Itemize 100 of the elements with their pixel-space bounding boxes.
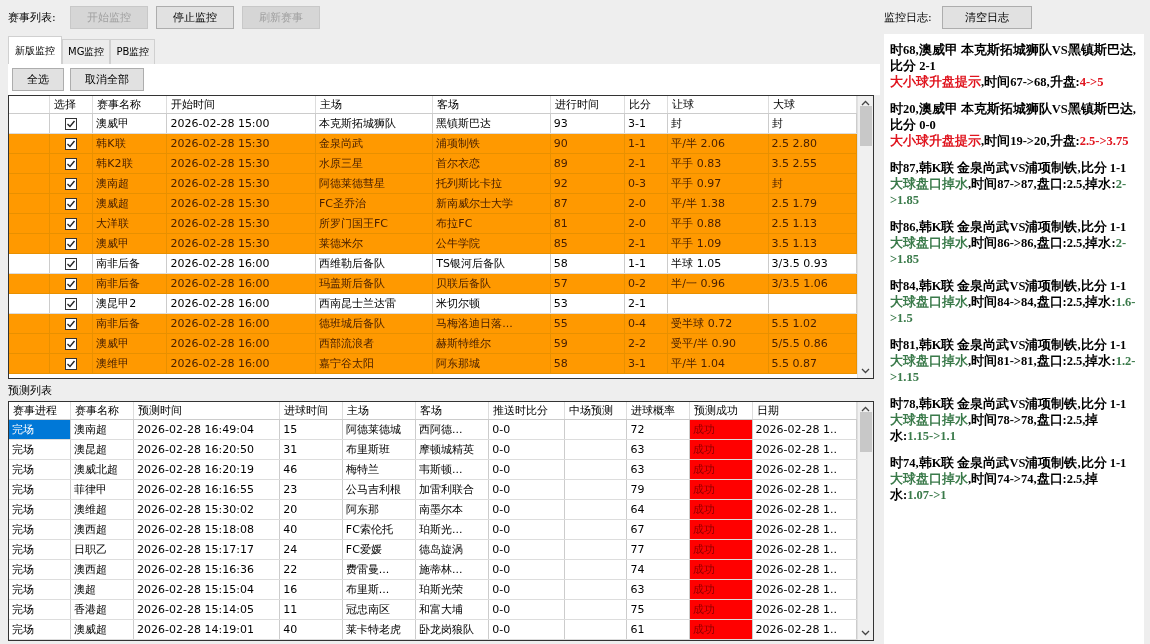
- checkbox[interactable]: [65, 278, 78, 290]
- table-cell: 3-1: [627, 117, 646, 130]
- match-row[interactable]: 澳威超 2026-02-28 15:30 FC圣乔治 新南威尔士大学 87 2-0 平/半 1.38 2.5 1.79: [9, 193, 857, 214]
- table-cell: 0-0: [492, 563, 511, 576]
- table-cell: 75: [630, 603, 645, 616]
- table-cell: 2026-02-28 1..: [755, 443, 837, 456]
- table-cell: 平/半 1.38: [671, 197, 725, 210]
- table-cell: 2026-02-28 16:00: [170, 297, 270, 310]
- checkbox[interactable]: [65, 298, 78, 310]
- table-cell: 水原三星: [318, 157, 363, 170]
- table-cell: 2026-02-28 16:00: [170, 257, 270, 270]
- match-row[interactable]: 澳维甲 2026-02-28 16:00 嘉宁谷太阳 阿东那城 58 3-1 平/半 1.04 5.5 0.87: [9, 353, 857, 374]
- prediction-row[interactable]: 完场 澳西超 2026-02-28 15:16:36 22 费雷曼... 施蒂林... 0-0 74 成功 2026-02-28 1..: [9, 559, 857, 580]
- table-cell: 澳维超: [74, 503, 108, 516]
- table-cell: 封: [771, 177, 783, 190]
- checkbox[interactable]: [65, 198, 78, 210]
- table-cell: 半球 1.05: [671, 257, 722, 270]
- prediction-row[interactable]: 完场 日职乙 2026-02-28 15:17:17 24 FC爱媛 德岛旋涡 0-0 77 成功 2026-02-28 1..: [9, 539, 857, 560]
- scrollbar-thumb[interactable]: [859, 412, 872, 452]
- checkbox[interactable]: [65, 358, 78, 370]
- table-cell: 平手 0.83: [671, 157, 722, 170]
- prediction-row[interactable]: 完场 澳维超 2026-02-28 15:30:02 20 阿东那 南墨尔本 0-0 64 成功 2026-02-28 1..: [9, 499, 857, 520]
- scroll-up-icon[interactable]: [861, 100, 870, 106]
- checkbox[interactable]: [65, 118, 78, 130]
- scroll-down-icon[interactable]: [861, 368, 870, 374]
- toolbar-button[interactable]: 停止监控: [155, 5, 234, 29]
- match-row[interactable]: 澳威甲 2026-02-28 16:00 西部流浪者 赫斯特维尔 59 2-2 受平/半 0.90 5/5.5 0.86: [9, 333, 857, 354]
- table-cell: 0-3: [627, 177, 646, 190]
- table-cell: 2026-02-28 16:49:04: [137, 423, 254, 436]
- log-message: 大球盘口掉水,时间74->74,盘口:2.5,掉水:1.07->1: [890, 471, 1100, 503]
- prediction-row[interactable]: 完场 澳威超 2026-02-28 14:19:01 40 莱卡特老虎 卧龙岗狼队 0-0 61 成功 2026-02-28 1..: [9, 619, 857, 640]
- prediction-row[interactable]: 完场 澳西超 2026-02-28 15:18:08 40 FC索伦托 珀斯光... 0-0 67 成功 2026-02-28 1..: [9, 519, 857, 540]
- table-cell: 2-1: [627, 157, 646, 170]
- table-cell: 2026-02-28 1..: [755, 523, 837, 536]
- clear-log-button[interactable]: 清空日志: [941, 5, 1032, 29]
- checkbox[interactable]: [65, 338, 78, 350]
- table-cell: 2026-02-28 16:16:55: [137, 483, 254, 496]
- prediction-row[interactable]: 完场 菲律甲 2026-02-28 16:16:55 23 公马吉利根 加雷利联合 0-0 79 成功 2026-02-28 1..: [9, 479, 857, 500]
- table-cell: 南墨尔本: [419, 503, 464, 516]
- match-row[interactable]: 南非后备 2026-02-28 16:00 玛盖斯后备队 贝联后备队 57 0-2 半/一 0.96 3/3.5 1.06: [9, 273, 857, 294]
- tab[interactable]: 新版监控: [8, 36, 62, 64]
- table-cell: 澳西超: [74, 563, 108, 576]
- prediction-row[interactable]: 完场 澳南超 2026-02-28 16:49:04 15 阿德莱德城 西阿德... 0-0 72 成功 2026-02-28 1..: [9, 419, 857, 440]
- vertical-scrollbar[interactable]: [857, 96, 873, 378]
- vertical-scrollbar[interactable]: [857, 402, 873, 640]
- table-cell: 2026-02-28 1..: [755, 483, 837, 496]
- match-row[interactable]: 澳威甲 2026-02-28 15:30 莱德米尔 公牛学院 85 2-1 平手 1.09 3.5 1.13: [9, 233, 857, 254]
- table-cell: 87: [553, 197, 568, 210]
- table-cell: 玛盖斯后备队: [318, 277, 385, 290]
- table-cell: 2026-02-28 16:00: [170, 317, 270, 330]
- checkbox[interactable]: [65, 178, 78, 190]
- tab[interactable]: MG监控: [62, 39, 111, 64]
- scrollbar-thumb[interactable]: [859, 106, 872, 146]
- table-cell: 封: [671, 117, 683, 130]
- checkbox[interactable]: [65, 158, 78, 170]
- table-cell: 2026-02-28 15:30: [170, 197, 270, 210]
- prediction-row[interactable]: 完场 香港超 2026-02-28 15:14:05 11 冠忠南区 和富大埔 0-0 75 成功 2026-02-28 1..: [9, 599, 857, 620]
- prediction-row[interactable]: 完场 澳昆超 2026-02-28 16:20:50 31 布里斯班 摩顿城精英 0-0 63 成功 2026-02-28 1..: [9, 439, 857, 460]
- table-cell: 澳南超: [74, 423, 108, 436]
- table-cell: 莱卡特老虎: [345, 623, 401, 636]
- checkbox[interactable]: [65, 138, 78, 150]
- checkbox[interactable]: [65, 318, 78, 330]
- table-cell: 西维勒后备队: [318, 257, 385, 270]
- match-row[interactable]: 澳威甲 2026-02-28 15:00 本克斯拓城狮队 黑镇斯巴达 93 3-1 封 封: [9, 113, 857, 134]
- log-label: 监控日志:: [884, 9, 932, 25]
- table-cell: 20: [283, 503, 298, 516]
- checkbox[interactable]: [65, 238, 78, 250]
- status-cell: 完场: [9, 499, 71, 520]
- prediction-row[interactable]: 完场 澳超 2026-02-28 15:15:04 16 布里斯... 珀斯光荣 0-0 63 成功 2026-02-28 1..: [9, 579, 857, 600]
- match-row[interactable]: 韩K2联 2026-02-28 15:30 水原三星 首尔衣恋 89 2-1 平手 0.83 3.5 2.55: [9, 153, 857, 174]
- match-row[interactable]: 南非后备 2026-02-28 16:00 西维勒后备队 TS银河后备队 58 1-1 半球 1.05 3/3.5 0.93: [9, 253, 857, 274]
- table-cell: 日职乙: [74, 543, 108, 556]
- table-cell: 西南昆士兰达雷: [318, 297, 396, 310]
- table-cell: 61: [630, 623, 645, 636]
- table-cell: 0-0: [492, 503, 511, 516]
- match-row[interactable]: 澳昆甲2 2026-02-28 16:00 西南昆士兰达雷 米切尔顿 53 2-1: [9, 293, 857, 314]
- table-cell: 封: [771, 117, 783, 130]
- table-cell: 赫斯特维尔: [436, 337, 492, 350]
- selection-button[interactable]: 取消全部: [70, 68, 144, 91]
- table-cell: 0-0: [492, 603, 511, 616]
- scroll-down-icon[interactable]: [861, 630, 870, 636]
- tab[interactable]: PB监控: [110, 39, 156, 64]
- match-row[interactable]: 南非后备 2026-02-28 16:00 德班城后备队 马梅洛迪日落... 55 0-4 受半球 0.72 5.5 1.02: [9, 313, 857, 334]
- match-row[interactable]: 韩K联 2026-02-28 15:30 金泉尚武 浦项制铁 90 1-1 平/半 2.06 2.5 2.80: [9, 133, 857, 154]
- table-cell: 嘉宁谷太阳: [318, 357, 374, 370]
- table-cell: 珀斯光...: [419, 523, 463, 536]
- table-cell: 2026-02-28 15:30: [170, 237, 270, 250]
- prediction-row[interactable]: 完场 澳威北超 2026-02-28 16:20:19 46 梅特兰 韦斯顿... 0-0 63 成功 2026-02-28 1..: [9, 459, 857, 480]
- checkbox[interactable]: [65, 218, 78, 230]
- table-cell: 81: [553, 217, 568, 230]
- table-cell: 黑镇斯巴达: [436, 117, 492, 130]
- match-row[interactable]: 大洋联 2026-02-28 15:30 所罗门国王FC 布拉FC 81 2-0 平手 0.88 2.5 1.13: [9, 213, 857, 234]
- table-cell: 德岛旋涡: [419, 543, 464, 556]
- checkbox[interactable]: [65, 258, 78, 270]
- match-row[interactable]: 澳南超 2026-02-28 15:30 阿德莱德彗星 托列斯比卡拉 92 0-3 平手 0.97 封: [9, 173, 857, 194]
- table-cell: 摩顿城精英: [419, 443, 475, 456]
- scroll-up-icon[interactable]: [861, 406, 870, 412]
- status-cell: 完场: [9, 519, 71, 540]
- log-header: 时84,韩K联 金泉尚武VS浦项制铁,比分 1-1: [890, 278, 1128, 294]
- selection-button[interactable]: 全选: [12, 68, 64, 91]
